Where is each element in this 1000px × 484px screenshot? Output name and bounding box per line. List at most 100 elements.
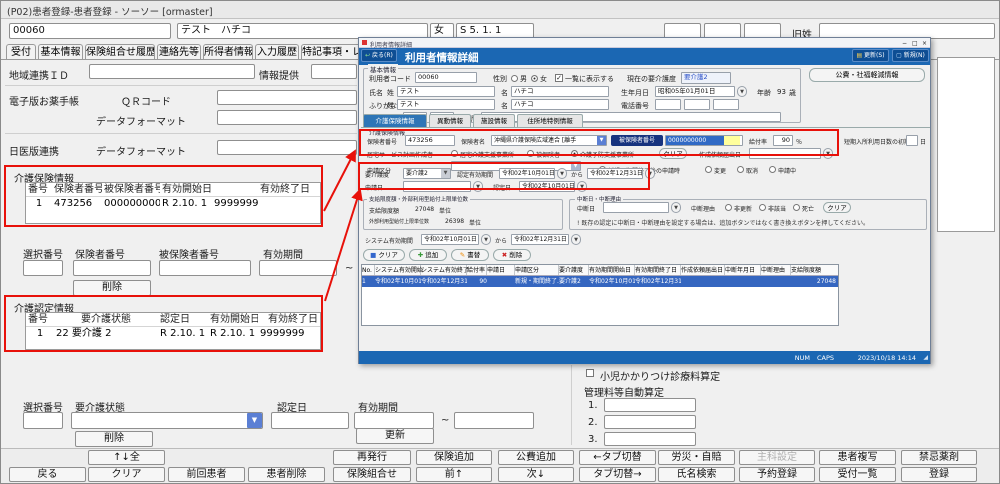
footer-clear-button[interactable]: クリア (88, 467, 165, 482)
cert-date-input[interactable]: 令和02年10月01日 (519, 181, 575, 192)
pediatric-checkbox[interactable] (586, 369, 594, 377)
footer-next-button[interactable]: 次↓ (498, 467, 574, 482)
kn-delete-button[interactable]: 削除 (75, 431, 153, 447)
footer-rosai-button[interactable]: 労災・自賠 (658, 450, 735, 465)
footer-kinki-yakuzai-button[interactable]: 禁忌薬剤 (901, 450, 977, 465)
kana-sei-input[interactable]: テスト (397, 99, 495, 110)
dialog-rewrite-button[interactable]: ✎ 書替 (451, 249, 489, 261)
chiiki-renkei-input[interactable] (89, 64, 255, 79)
footer-back-button[interactable]: 戻る (9, 467, 86, 482)
cert-to-calendar-icon[interactable]: ▼ (645, 168, 655, 179)
care-level-combo[interactable]: 要介護2 ▼ (403, 168, 451, 179)
request-date-calendar-icon[interactable]: ▼ (823, 148, 833, 159)
kh-period-from-input[interactable] (259, 260, 337, 276)
show-in-list-checkbox[interactable]: ✓ (555, 74, 563, 82)
request-date-input[interactable] (749, 148, 821, 159)
footer-delete-patient-button[interactable]: 患者削除 (248, 467, 325, 482)
chevron-down-icon[interactable]: ▼ (597, 136, 606, 145)
reason-r1-radio[interactable] (725, 204, 732, 211)
birth-calendar-icon[interactable]: ▼ (737, 86, 747, 97)
dialog-back-button[interactable]: ↩ 戻る(R) (361, 49, 397, 62)
kaigo-nintei-table[interactable]: 番号 要介護状態 認定日 有効開始日 有効終了日 1 22 要介護 2 R 2.… (25, 312, 321, 350)
kana-mei-input[interactable]: ハチコ (511, 99, 609, 110)
planner-opt3-radio[interactable] (571, 150, 578, 157)
insurer-name-combo[interactable]: 沖縄県介護保険広域連合 [離手 ▼ (491, 135, 607, 146)
tel-input-3[interactable] (713, 99, 739, 110)
dialog-tab-shisetsu[interactable]: 施設情報 (473, 114, 515, 127)
tab-uketsuke[interactable]: 受付 (6, 44, 36, 60)
dialog-update-button[interactable]: ▤ 更新(S) (852, 49, 889, 62)
cert-date-calendar-icon[interactable]: ▼ (577, 181, 587, 192)
planner-opt1-radio[interactable] (451, 150, 458, 157)
interrupt-date-input[interactable] (603, 202, 669, 213)
footer-kohi-tsuika-button[interactable]: 公費追加 (498, 450, 574, 465)
kaigo-nintei-table-row[interactable]: 1 22 要介護 2 R 2.10. 1 R 2.10. 1 9999999 (26, 327, 320, 341)
joho-teikyo-input[interactable] (311, 64, 357, 79)
footer-register-button[interactable]: 登録 (901, 467, 977, 482)
kh-insured-input[interactable] (159, 260, 251, 276)
kn-date-input[interactable] (271, 412, 349, 429)
planner-opt2-radio[interactable] (527, 150, 534, 157)
minimize-icon[interactable]: − (902, 40, 907, 47)
footer-prev-button[interactable]: 前↑ (416, 467, 492, 482)
apply-date-calendar-icon[interactable]: ▼ (473, 181, 483, 192)
mgmt-row3-input[interactable] (604, 432, 696, 446)
tab-shotokusha[interactable]: 所得者情報 (203, 44, 253, 60)
kh-delete-button[interactable]: 削除 (73, 280, 151, 296)
data-format-input[interactable] (217, 110, 357, 125)
cert-to-input[interactable]: 令和02年12月31日 (587, 168, 643, 179)
footer-hoken-tsuika-button[interactable]: 保険追加 (416, 450, 492, 465)
dialog-add-button[interactable]: ✚ 追加 (409, 249, 447, 261)
qr-input[interactable] (217, 90, 357, 105)
apply-opt2-radio[interactable] (705, 166, 712, 173)
rate-input[interactable]: 90 (773, 135, 793, 146)
cert-from-input[interactable]: 令和02年10月01日 (499, 168, 555, 179)
kh-sel-input[interactable] (23, 260, 63, 276)
interrupt-date-calendar-icon[interactable]: ▼ (671, 202, 681, 213)
mgmt-row2-input[interactable] (604, 415, 696, 429)
footer-uketsuke-ichiran-button[interactable]: 受付一覧 (819, 467, 896, 482)
tab-hoken-kumiawase[interactable]: 保険組合せ履歴 (85, 44, 155, 60)
kn-period-from-input[interactable] (354, 412, 434, 429)
footer-name-search-button[interactable]: 氏名検索 (658, 467, 735, 482)
chevron-down-icon[interactable]: ▼ (247, 413, 262, 428)
tab-tokki-jiko[interactable]: 特記事項・レ (301, 44, 361, 60)
dialog-new-button[interactable]: ▢ 新規(N) (892, 49, 929, 62)
apply-opt3-radio[interactable] (737, 166, 744, 173)
cert-from-calendar-icon[interactable]: ▼ (557, 168, 567, 179)
history-table[interactable]: No. システム有効開始 システム有効終了 給付率 申請日 申請区分 要介護度 … (361, 264, 839, 326)
tab-nyuryoku-rireki[interactable]: 入力履歴 (255, 44, 299, 60)
reason-r3-radio[interactable] (793, 204, 800, 211)
dialog-tab-jusho-tokurei[interactable]: 住所地特例情報 (517, 114, 583, 127)
dialog-clear-button[interactable]: ■ クリア (363, 249, 405, 261)
tab-renrakusaki[interactable]: 連絡先等 (157, 44, 201, 60)
dialog-tab-ido[interactable]: 異動情報 (429, 114, 471, 127)
mgmt-row1-input[interactable] (604, 398, 696, 412)
footer-prev-patient-button[interactable]: 前回患者 (168, 467, 245, 482)
kn-period-to-input[interactable] (454, 412, 534, 429)
tel-input-1[interactable] (655, 99, 681, 110)
female-radio[interactable] (531, 75, 538, 82)
planner-clear-button[interactable]: クリア (659, 148, 687, 159)
insured-no-input[interactable]: 0000000000 (665, 135, 743, 146)
dialog-tab-kaigo-hoken[interactable]: 介護保険情報 (363, 114, 427, 127)
data-format2-input[interactable] (217, 140, 357, 155)
kaigo-hoken-table[interactable]: 番号 保険者番号 被保険者番号 有効開始日 有効終了日 1 473256 000… (25, 182, 321, 224)
mei-input[interactable]: ハチコ (511, 86, 609, 97)
footer-kanja-fukusha-button[interactable]: 患者複写 (819, 450, 896, 465)
chevron-down-icon[interactable]: ▼ (441, 169, 450, 178)
patient-id-field[interactable]: 00060 (9, 23, 171, 39)
close-icon[interactable]: × (922, 40, 927, 47)
insurer-no-input[interactable]: 473256 (405, 135, 455, 146)
dialog-delete-button[interactable]: ✖ 削除 (493, 249, 531, 261)
reason-clear-button[interactable]: クリア (823, 202, 851, 213)
kn-update-button[interactable]: 更新 (356, 428, 434, 444)
kohi-shafuku-button[interactable]: 公費・社福軽減情報 (809, 68, 925, 82)
apply-opt4-radio[interactable] (769, 166, 776, 173)
reason-r2-radio[interactable] (759, 204, 766, 211)
apply-date-input[interactable] (403, 181, 471, 192)
kn-state-combo[interactable]: ▼ (71, 412, 263, 429)
user-code-input[interactable]: 00060 (415, 72, 477, 83)
kh-insurer-input[interactable] (73, 260, 151, 276)
system-from-calendar-icon[interactable]: ▼ (481, 234, 491, 245)
